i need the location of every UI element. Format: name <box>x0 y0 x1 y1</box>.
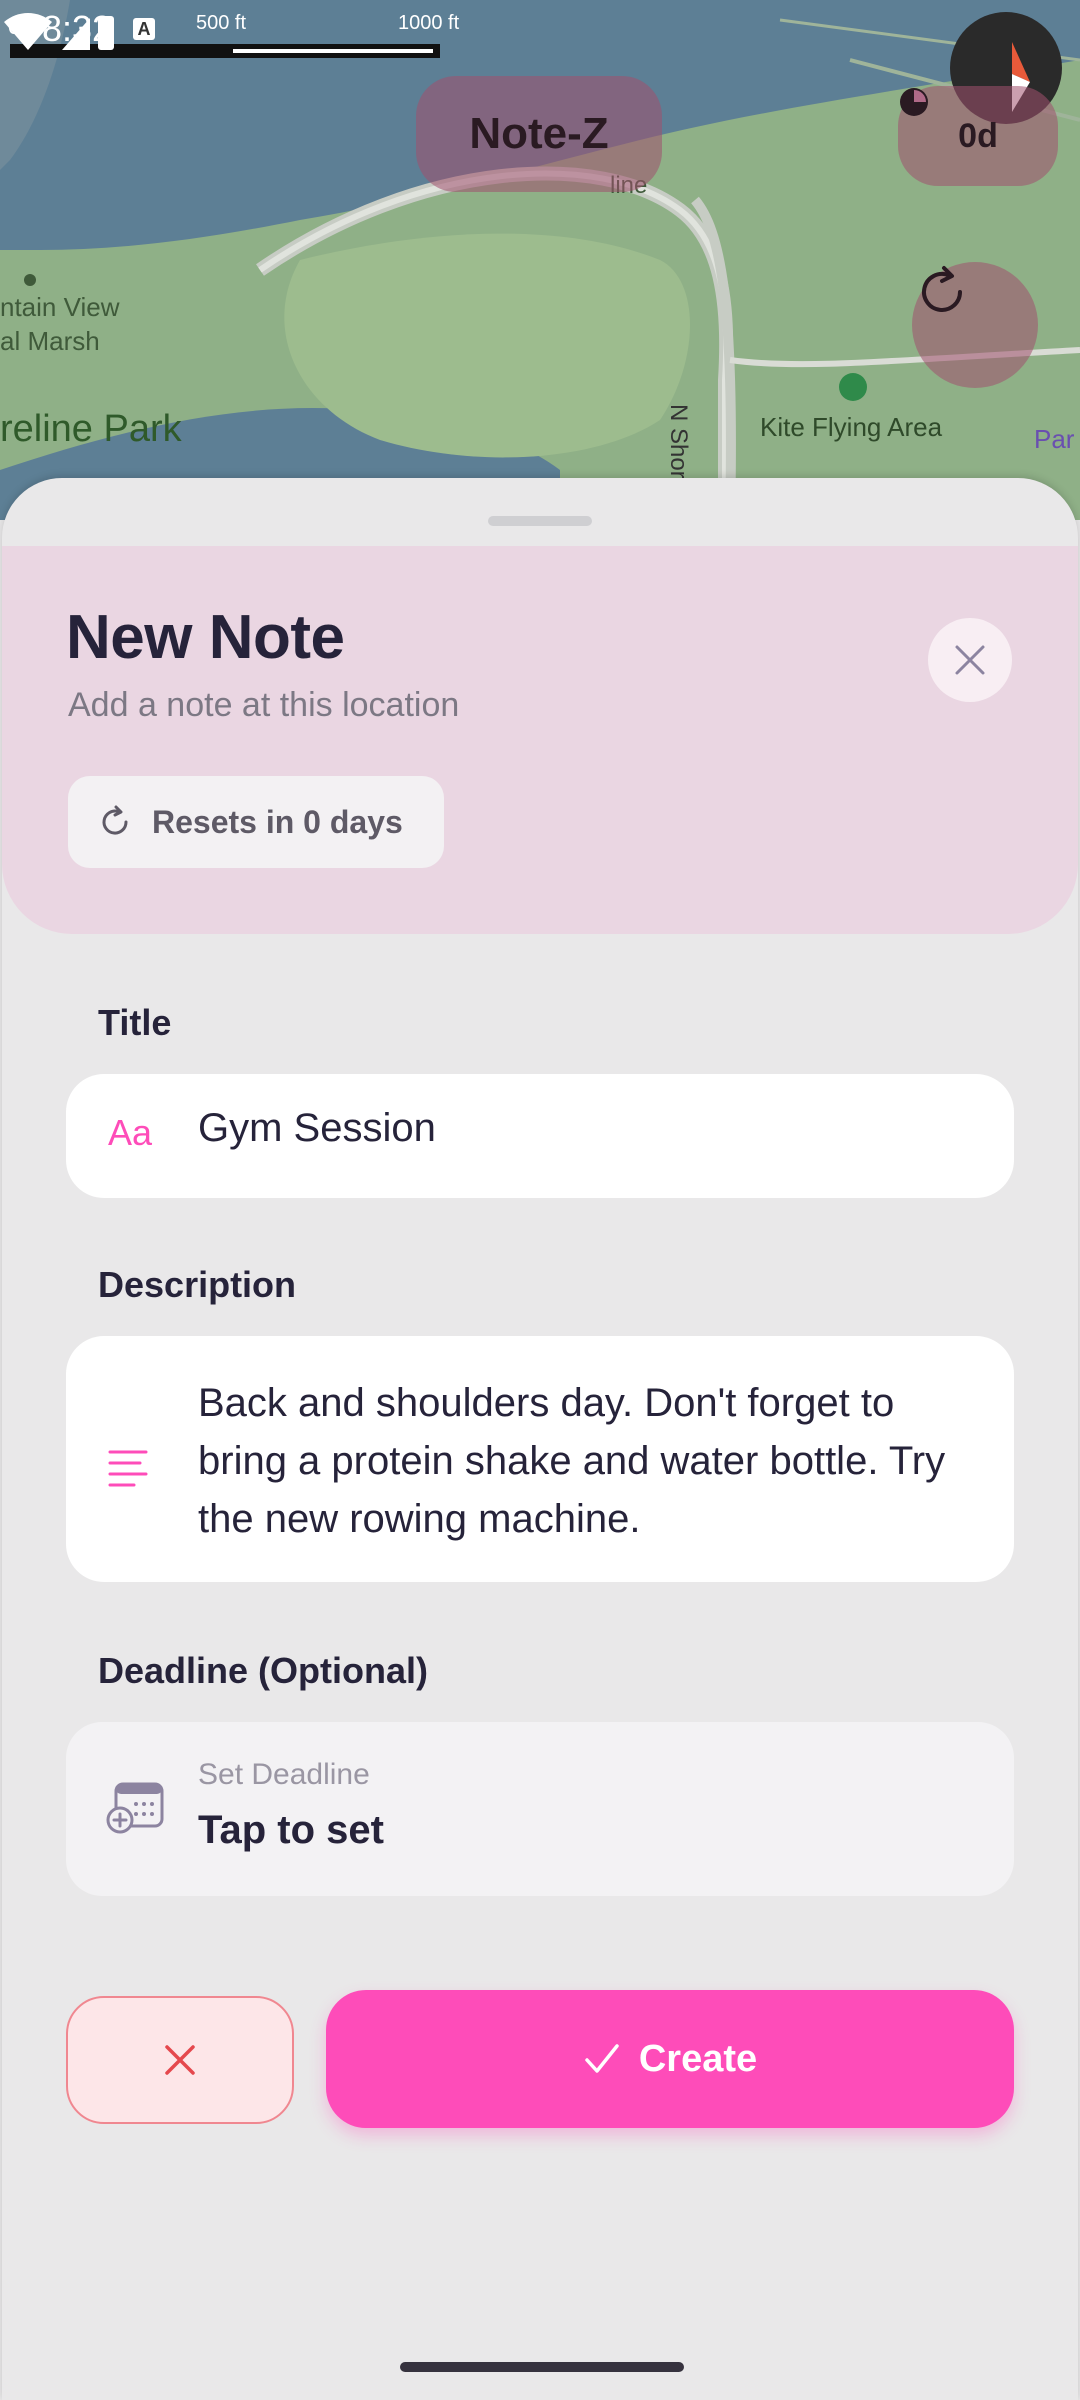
reset-chip-label: Resets in 0 days <box>152 803 403 840</box>
description-label: Description <box>98 1264 297 1305</box>
text-format-icon: Aa <box>108 1112 153 1153</box>
deadline-label: Deadline (Optional) <box>98 1650 429 1691</box>
title-field[interactable]: Aa Gym Session <box>66 1074 1014 1198</box>
signal-icon <box>62 18 90 50</box>
description-field[interactable]: Back and shoulders day. Don't forget to … <box>66 1336 1014 1582</box>
refresh-icon <box>922 266 962 312</box>
map-label-park: reline Park <box>0 408 182 450</box>
sheet-title: New Note <box>66 603 345 672</box>
home-indicator[interactable] <box>400 2362 684 2372</box>
map-label-par: Par <box>1034 424 1075 454</box>
days-counter-value: 0d <box>958 116 998 155</box>
title-input-value: Gym Session <box>198 1106 436 1150</box>
map-label-kite-area: Kite Flying Area <box>760 412 943 442</box>
deadline-value: Tap to set <box>198 1808 384 1852</box>
sheet-subtitle: Add a note at this location <box>68 686 460 724</box>
close-icon <box>955 645 985 675</box>
wifi-icon <box>4 13 52 50</box>
system-status-icons <box>4 13 114 50</box>
description-input-value: Back and shoulders day. Don't forget to … <box>198 1381 946 1541</box>
sheet-grabber[interactable] <box>488 516 592 526</box>
create-button-label: Create <box>638 2037 758 2080</box>
clock-icon <box>900 88 928 116</box>
title-label: Title <box>98 1002 172 1043</box>
map-view[interactable]: 0 8:32 A 500 ft 1000 ft line ntain View … <box>0 0 1080 520</box>
map-label-mountain-view: ntain View <box>0 292 120 322</box>
lines-icon <box>108 1450 148 1487</box>
new-note-sheet: New Note Add a note at this location Res… <box>2 478 1078 2400</box>
battery-icon <box>98 16 114 50</box>
checkmark-icon <box>585 2044 619 2073</box>
refresh-button[interactable] <box>912 262 1038 388</box>
calendar-add-icon <box>106 1782 164 1834</box>
scale-label-1000: 1000 ft <box>398 12 460 34</box>
create-button[interactable]: Create <box>326 1990 1014 2128</box>
close-icon <box>165 2045 195 2075</box>
days-counter-pill[interactable]: 0d <box>898 86 1058 186</box>
scale-label-500: 500 ft <box>196 12 247 34</box>
sheet-header: New Note Add a note at this location Res… <box>2 546 1078 934</box>
close-button[interactable] <box>928 618 1012 702</box>
map-label-marsh: al Marsh <box>0 326 100 356</box>
deadline-picker[interactable]: Set Deadline Tap to set <box>66 1722 1014 1896</box>
reset-chip: Resets in 0 days <box>68 776 444 868</box>
deadline-small-label: Set Deadline <box>198 1758 370 1791</box>
app-title-pill[interactable]: Note-Z <box>416 76 662 192</box>
cancel-button[interactable] <box>66 1996 294 2124</box>
accessibility-a-icon: A <box>133 18 155 40</box>
reset-icon <box>102 805 128 835</box>
